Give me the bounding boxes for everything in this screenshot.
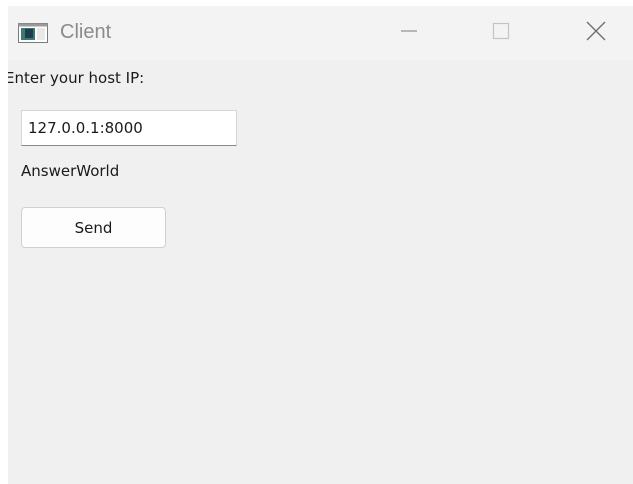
window-title: Client — [60, 21, 112, 43]
minimize-icon — [400, 22, 418, 44]
host-ip-label: Enter your host IP: — [8, 69, 145, 87]
maximize-button[interactable] — [478, 6, 524, 60]
close-button[interactable] — [573, 6, 619, 60]
minimize-button[interactable] — [386, 6, 432, 60]
send-button[interactable]: Send — [21, 207, 166, 248]
close-icon — [586, 21, 606, 45]
host-ip-input[interactable] — [21, 110, 237, 146]
client-window: Client Enter your host IP: 127.0.0.1:800… — [8, 6, 633, 484]
app-window-icon — [18, 23, 48, 43]
client-area: Enter your host IP: AnswerWorld Send — [8, 60, 633, 484]
answer-label: AnswerWorld — [21, 162, 120, 180]
maximize-icon — [492, 22, 510, 44]
title-bar[interactable]: Client — [8, 6, 633, 60]
